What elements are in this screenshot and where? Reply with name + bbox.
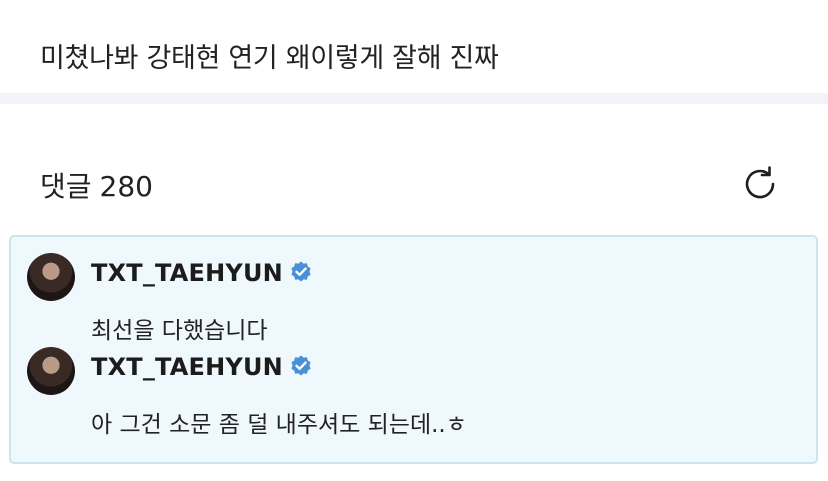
comment-text: 아 그건 소문 좀 덜 내주셔도 되는데..ㅎ xyxy=(91,412,467,438)
avatar[interactable] xyxy=(27,253,75,301)
comments-label: 댓글 xyxy=(40,170,92,203)
comments-header: 댓글 280 xyxy=(40,165,153,205)
verified-badge-icon xyxy=(291,355,311,376)
section-divider xyxy=(0,93,828,104)
refresh-button[interactable] xyxy=(740,164,780,204)
comment-username[interactable]: TXT_TAEHYUN xyxy=(91,259,313,287)
verified-badge-icon xyxy=(291,261,311,282)
comments-count: 280 xyxy=(99,170,153,203)
refresh-icon xyxy=(745,166,775,199)
username-text: TXT_TAEHYUN xyxy=(91,353,283,381)
avatar[interactable] xyxy=(27,347,75,395)
username-text: TXT_TAEHYUN xyxy=(91,259,283,287)
comment-username[interactable]: TXT_TAEHYUN xyxy=(91,353,313,381)
highlighted-comment-thread: TXT_TAEHYUN 최선을 다했습니다 TXT_TAEHYUN 아 그건 소… xyxy=(9,235,818,464)
post-text: 미쳤나봐 강태현 연기 왜이렇게 잘해 진짜 xyxy=(40,43,499,74)
comment-text: 최선을 다했습니다 xyxy=(91,318,268,344)
